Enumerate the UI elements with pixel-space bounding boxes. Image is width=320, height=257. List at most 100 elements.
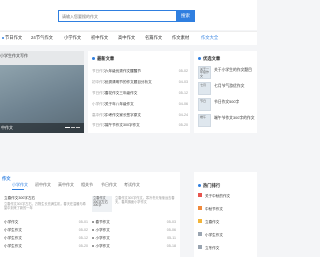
card-item-date: 05-12 xyxy=(78,236,88,240)
latest-item-title[interactable]: 春花作文三年级作文 xyxy=(105,91,137,96)
pick-thumbnail[interactable]: 关于一年级作文 xyxy=(198,66,211,79)
nav-item-middle[interactable]: 初中作文 xyxy=(91,35,108,41)
hot-item-title[interactable]: 中秋节作文 xyxy=(205,207,223,211)
carousel-dot[interactable] xyxy=(65,126,70,128)
card-item[interactable]: 小学生作文 05-02 xyxy=(4,228,88,233)
nav-item-festival[interactable]: 节日作文 xyxy=(5,35,22,41)
category-card: 立春作文300字左右 300字 立春作文300字作文，寒冷冬天渐渐远去春天，春风… xyxy=(92,196,176,256)
hot-heading: 热门排行 xyxy=(203,183,221,188)
card-item-title[interactable]: 小学生作文 xyxy=(4,228,22,232)
search-input[interactable] xyxy=(59,11,176,21)
latest-item-title[interactable]: 关于年八年级作文 xyxy=(105,102,134,107)
card-item-title[interactable]: 春节作文 xyxy=(96,220,110,224)
main-nav: 节日作文 24节气作文 小学作文 初中作文 高中作文 名篇作文 作文素材 作文大… xyxy=(0,31,257,45)
hot-item-title[interactable]: 小学生作文 xyxy=(205,233,223,237)
pick-thumbnail[interactable]: 端午 xyxy=(198,114,211,127)
pick-title[interactable]: 节日作文500字 xyxy=(214,100,239,105)
latest-item[interactable]: 初中作文 优秀清明节的作文题目分析文 04-03 xyxy=(92,80,188,90)
latest-item-date: 05-02 xyxy=(178,69,188,73)
rank-badge xyxy=(198,206,202,210)
card-thumbnail[interactable]: 立春作文300字左右 300字 xyxy=(92,196,112,212)
card-item[interactable]: 小学生作文 05-12 xyxy=(4,236,88,241)
card-headline[interactable]: 立春作文300字左右 xyxy=(4,196,88,200)
pick-item[interactable]: 七月 七月节气游优作文 xyxy=(198,82,257,98)
category-tab[interactable]: 考试作文 xyxy=(124,182,140,188)
pick-item[interactable]: 关于一年级作文 关于小学生的作文题目 xyxy=(198,66,257,82)
category-section: 作文 小学作文 初中作文 高中作文 相关节 节日作文 考试作文 立春作文300字… xyxy=(0,172,180,257)
category-tab[interactable]: 节日作文 xyxy=(101,182,117,188)
nav-item-materials[interactable]: 作文素材 xyxy=(172,35,189,41)
hot-item[interactable]: 小学生作文 xyxy=(198,232,256,238)
nav-item-solar-terms[interactable]: 24节气作文 xyxy=(31,35,53,41)
latest-item-title[interactable]: 中考作文家长签字原文 xyxy=(105,113,141,118)
card-item[interactable]: 小学作文 05-06 xyxy=(92,228,176,233)
rank-badge xyxy=(198,245,202,249)
latest-item-date: 04-06 xyxy=(178,102,188,106)
card-item[interactable]: 春节作文 05-03 xyxy=(92,220,176,225)
carousel-dot[interactable] xyxy=(71,126,75,128)
pick-thumbnail[interactable]: 节日 xyxy=(198,98,211,111)
category-tab[interactable]: 小学作文 xyxy=(12,182,28,188)
card-item[interactable]: 小学作文 05-11 xyxy=(92,236,176,241)
card-item-title[interactable]: 小学生作文 xyxy=(4,244,22,248)
nav-item-classic[interactable]: 名篇作文 xyxy=(145,35,162,41)
pick-title[interactable]: 七月节气游优作文 xyxy=(214,84,244,89)
category-tab[interactable]: 初中作文 xyxy=(35,182,51,188)
card-item-date: 05-06 xyxy=(166,228,176,232)
card-header[interactable]: 立春作文300字左右 立春作文300字左右，万物生长充满生机，春天在温暖与希望中… xyxy=(4,196,88,216)
search-button[interactable]: 搜索 xyxy=(176,10,195,22)
latest-item[interactable]: 节日作文 春花作文三年级作文 05-12 xyxy=(92,91,188,101)
section-bullet-icon xyxy=(92,57,95,60)
nav-item-primary[interactable]: 小学作文 xyxy=(64,35,81,41)
latest-item[interactable]: 节日作文 六年级优秀作文醒醒节 05-02 xyxy=(92,69,188,79)
list-bullet-icon xyxy=(92,237,94,239)
category-card: 立春作文300字左右 立春作文300字左右，万物生长充满生机，春天在温暖与希望中… xyxy=(4,196,88,256)
pick-item[interactable]: 节日 节日作文500字 xyxy=(198,98,257,114)
hot-item[interactable]: 中秋节作文 xyxy=(198,206,256,212)
hot-item[interactable]: 关于中秋的作文 xyxy=(198,193,256,199)
nav-item-high[interactable]: 高中作文 xyxy=(118,35,135,41)
latest-item-date: 04-03 xyxy=(178,80,188,84)
category-tab[interactable]: 高中作文 xyxy=(58,182,74,188)
card-item[interactable]: 小学作文 05-01 xyxy=(4,220,88,225)
pick-item[interactable]: 端午 端午节作文300字的作文 xyxy=(198,114,257,130)
latest-item-date: 05-12 xyxy=(178,91,188,95)
search-box xyxy=(58,10,176,22)
hot-item-title[interactable]: 立冬作文 xyxy=(205,246,219,250)
pick-thumbnail[interactable]: 七月 xyxy=(198,82,211,95)
latest-item[interactable]: 节日作文 端午节作文300字作文 05-20 xyxy=(92,123,188,133)
nav-item-all[interactable]: 作文大全 xyxy=(201,35,218,41)
latest-item-title[interactable]: 六年级优秀作文醒醒节 xyxy=(105,69,141,74)
pick-title[interactable]: 关于小学生的作文题目 xyxy=(214,68,252,73)
rank-badge xyxy=(198,193,202,197)
card-item-title[interactable]: 小学作文 xyxy=(96,244,110,248)
card-item-date: 05-02 xyxy=(78,228,88,232)
card-description: 立春作文300字左右，万物生长充满生机，春天在温暖与希望中到来了新的一年 xyxy=(4,202,86,210)
carousel-dot[interactable] xyxy=(76,126,80,128)
card-item-title[interactable]: 小学作文 xyxy=(96,228,110,232)
hot-item[interactable]: 立春作文 xyxy=(198,219,256,225)
hot-item-title[interactable]: 立春作文 xyxy=(205,220,219,224)
latest-item[interactable]: 小学作文 关于年八年级作文 04-06 xyxy=(92,102,188,112)
carousel-dots xyxy=(64,124,80,129)
card-item-title[interactable]: 小学作文 xyxy=(4,220,18,224)
rank-badge xyxy=(198,232,202,236)
card-item-date: 05-11 xyxy=(167,236,176,240)
latest-item-title[interactable]: 优秀清明节的作文题目分析文 xyxy=(105,80,152,85)
card-item-title[interactable]: 小学作文 xyxy=(96,236,110,240)
banner-carousel[interactable]: 小学生作文写作 中作文 xyxy=(0,51,84,133)
hot-item-title[interactable]: 关于中秋的作文 xyxy=(205,194,230,198)
hot-item[interactable]: 立冬作文 xyxy=(198,245,256,251)
category-tab[interactable]: 相关节 xyxy=(81,182,93,188)
banner-top-caption: 小学生作文写作 xyxy=(0,53,28,58)
card-item[interactable]: 小学作文 05-18 xyxy=(92,244,176,249)
card-item-title[interactable]: 小学生作文 xyxy=(4,236,22,240)
latest-item-title[interactable]: 端午节作文300字作文 xyxy=(105,123,140,128)
card-item-date: 05-20 xyxy=(78,244,88,248)
latest-item[interactable]: 高中作文 中考作文家长签字原文 04-24 xyxy=(92,113,188,123)
card-item-date: 05-03 xyxy=(166,220,176,224)
list-bullet-icon xyxy=(92,229,94,231)
card-item[interactable]: 小学生作文 05-20 xyxy=(4,244,88,249)
pick-title[interactable]: 端午节作文300字的作文 xyxy=(214,116,255,121)
card-header[interactable]: 立春作文300字左右 300字 立春作文300字作文，寒冷冬天渐渐远去春天，春风… xyxy=(92,196,176,216)
